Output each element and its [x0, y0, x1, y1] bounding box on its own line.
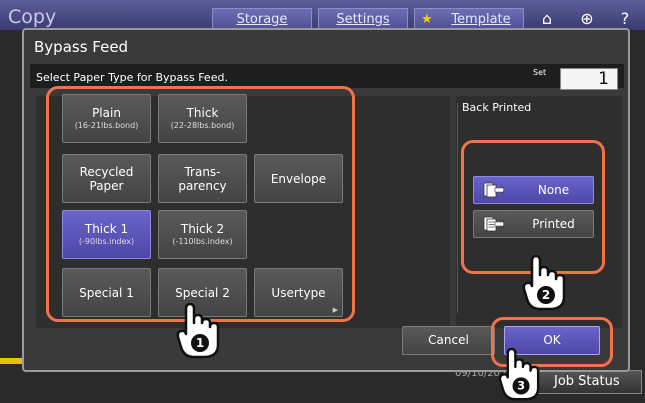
- printed-paper-icon: [483, 216, 504, 232]
- bypass-feed-dialog: Bypass Feed Select Paper Type for Bypass…: [22, 28, 630, 372]
- ok-button[interactable]: OK: [504, 326, 600, 355]
- paper-label-line2: parency: [178, 178, 227, 193]
- paper-label: Envelope: [270, 171, 327, 186]
- back-printed-none-button[interactable]: None: [473, 176, 594, 204]
- paper-label: Thick: [186, 105, 219, 120]
- none-paper-icon: [483, 182, 504, 198]
- paper-label: Thick 2: [180, 221, 225, 236]
- prompt-text: Select Paper Type for Bypass Feed.: [36, 71, 228, 84]
- paper-thick1-button[interactable]: Thick 1 (-90lbs.index): [62, 210, 151, 259]
- screen: Copy Storage Settings ★ Template ⌂ ⊕ ? 0…: [0, 0, 645, 403]
- paper-label: Special 2: [175, 285, 230, 300]
- set-count-field[interactable]: 1: [560, 68, 618, 90]
- paper-usertype-button[interactable]: Usertype ▶: [254, 268, 343, 317]
- paper-label: Plain: [92, 105, 121, 120]
- paper-sub: (-90lbs.index): [78, 236, 135, 246]
- app-title: Copy: [8, 6, 57, 28]
- none-label: None: [537, 183, 570, 197]
- set-label: Set: [533, 68, 547, 77]
- paper-transparency-button[interactable]: Trans- parency: [158, 154, 247, 203]
- divider: [457, 103, 458, 313]
- home-icon[interactable]: ⌂: [534, 8, 560, 30]
- back-printed-printed-button[interactable]: Printed: [473, 210, 594, 238]
- paper-label: Usertype: [271, 285, 326, 300]
- paper-envelope-button[interactable]: Envelope: [254, 154, 343, 203]
- paper-sub: (-110lbs.index): [172, 236, 233, 246]
- help-icon[interactable]: ?: [612, 8, 638, 30]
- cancel-button[interactable]: Cancel: [402, 326, 495, 355]
- paper-label: Recycled Paper: [79, 164, 134, 193]
- paper-label: Trans-: [184, 164, 221, 179]
- paper-recycled-button[interactable]: Recycled Paper: [62, 154, 151, 203]
- paper-sub: (22-28lbs.bond): [170, 120, 235, 130]
- paper-special1-button[interactable]: Special 1: [62, 268, 151, 317]
- job-status-button[interactable]: Job Status: [535, 370, 642, 394]
- paper-thick2-button[interactable]: Thick 2 (-110lbs.index): [158, 210, 247, 259]
- paper-label: Special 1: [79, 285, 134, 300]
- status-strip: [0, 358, 24, 364]
- globe-icon[interactable]: ⊕: [574, 8, 600, 30]
- printed-label: Printed: [532, 217, 575, 231]
- paper-plain-button[interactable]: Plain (16-21lbs.bond): [62, 94, 151, 143]
- tab-template-label: Template: [451, 12, 511, 27]
- paper-label: Thick 1: [84, 221, 129, 236]
- top-bar: Copy Storage Settings ★ Template ⌂ ⊕ ?: [0, 0, 645, 32]
- paper-sub: (16-21lbs.bond): [74, 120, 139, 130]
- more-arrow-icon: ▶: [332, 306, 338, 314]
- paper-special2-button[interactable]: Special 2: [158, 268, 247, 317]
- paper-thick-button[interactable]: Thick (22-28lbs.bond): [158, 94, 247, 143]
- back-printed-label: Back Printed: [462, 101, 532, 114]
- dialog-title: Bypass Feed: [34, 38, 129, 56]
